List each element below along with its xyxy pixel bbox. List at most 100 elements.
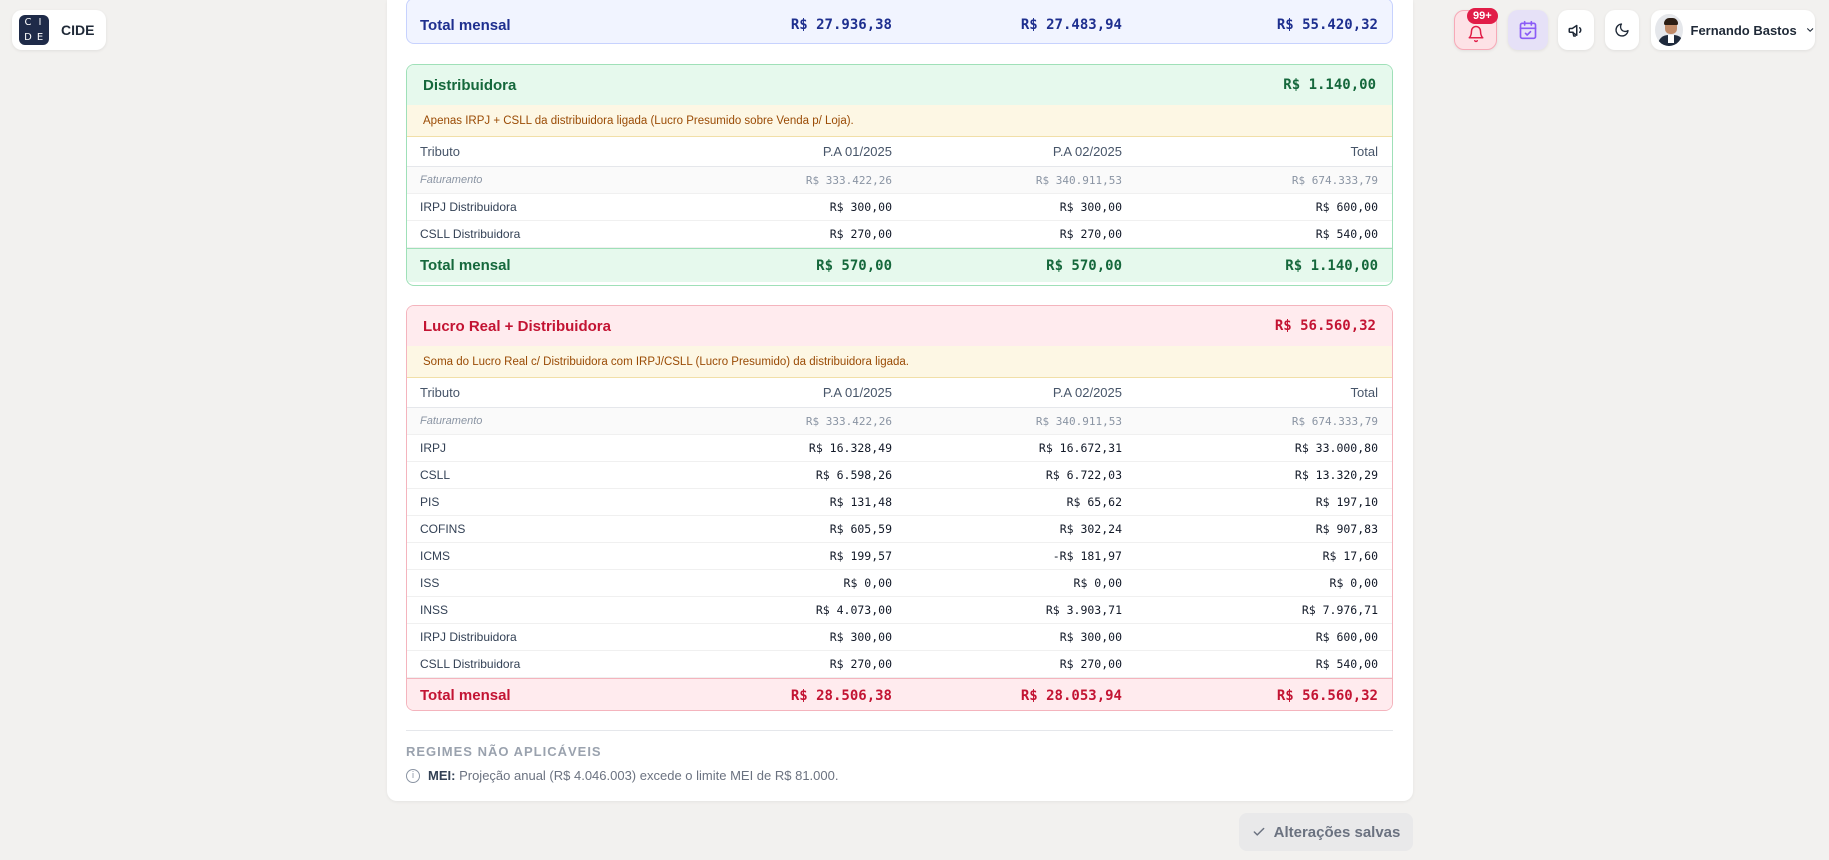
section-note: Apenas IRPJ + CSLL da distribuidora liga… xyxy=(407,105,1392,137)
chevron-down-icon xyxy=(1806,28,1813,32)
row-p1: R$ 605,59 xyxy=(829,522,892,536)
table-row: ISS R$ 0,00 R$ 0,00 R$ 0,00 xyxy=(407,570,1392,597)
col-p2: P.A 02/2025 xyxy=(1052,385,1122,400)
user-menu[interactable]: Fernando Bastos xyxy=(1651,10,1815,50)
row-p1: R$ 131,48 xyxy=(829,495,892,509)
row-p1: R$ 300,00 xyxy=(829,200,892,214)
not-applicable-item: i MEI: Projeção anual (R$ 4.046.003) exc… xyxy=(406,768,838,783)
row-total: R$ 17,60 xyxy=(1322,549,1378,563)
total-total: R$ 56.560,32 xyxy=(1276,687,1378,704)
distribuidora-section: Distribuidora R$ 1.140,00 Apenas IRPJ + … xyxy=(406,64,1393,286)
section-title: Distribuidora xyxy=(423,76,517,94)
row-p2: R$ 300,00 xyxy=(1059,200,1122,214)
row-p1: R$ 270,00 xyxy=(829,227,892,241)
row-label: PIS xyxy=(420,495,440,509)
total-p2: R$ 28.053,94 xyxy=(1020,687,1122,704)
total-p2: R$ 570,00 xyxy=(1046,257,1122,274)
row-label: IRPJ xyxy=(420,441,447,455)
row-label: CSLL xyxy=(420,468,451,482)
save-status-button[interactable]: Alterações salvas xyxy=(1239,813,1413,851)
row-total: R$ 7.976,71 xyxy=(1301,603,1378,617)
table-row: IRPJ Distribuidora R$ 300,00 R$ 300,00 R… xyxy=(407,194,1392,221)
row-total: R$ 0,00 xyxy=(1329,576,1378,590)
col-total: Total xyxy=(1350,144,1378,159)
row-p1: R$ 16.328,49 xyxy=(808,441,892,455)
section-header: Distribuidora R$ 1.140,00 xyxy=(407,65,1392,105)
row-p1: R$ 270,00 xyxy=(829,657,892,671)
logo-letter: I xyxy=(38,17,42,28)
info-icon: i xyxy=(406,768,420,783)
app-name: CIDE xyxy=(61,22,95,38)
not-applicable-title: REGIMES NÃO APLICÁVEIS xyxy=(406,744,602,759)
table-row: IRPJ R$ 16.328,49 R$ 16.672,31 R$ 33.000… xyxy=(407,435,1392,462)
table-row: ICMS R$ 199,57 -R$ 181,97 R$ 17,60 xyxy=(407,543,1392,570)
section-header: Lucro Real + Distribuidora R$ 56.560,32 xyxy=(407,306,1392,346)
total-total: R$ 55.420,32 xyxy=(1276,17,1378,33)
logo-letter: C xyxy=(24,17,32,28)
row-p2: R$ 300,00 xyxy=(1059,630,1122,644)
row-p1: R$ 300,00 xyxy=(829,630,892,644)
row-total: R$ 674.333,79 xyxy=(1291,414,1378,428)
row-total: R$ 674.333,79 xyxy=(1291,173,1378,187)
row-label: IRPJ Distribuidora xyxy=(420,630,517,644)
row-label: Faturamento xyxy=(420,174,483,186)
section-amount: R$ 56.560,32 xyxy=(1274,318,1376,334)
row-total: R$ 907,83 xyxy=(1315,522,1378,536)
table-header: Tributo P.A 01/2025 P.A 02/2025 Total xyxy=(407,378,1392,408)
row-label: CSLL Distribuidora xyxy=(420,227,521,241)
moon-icon xyxy=(1615,23,1629,37)
row-total: R$ 540,00 xyxy=(1315,657,1378,671)
row-total: R$ 540,00 xyxy=(1315,227,1378,241)
col-tributo: Tributo xyxy=(420,144,460,159)
table-row: CSLL Distribuidora R$ 270,00 R$ 270,00 R… xyxy=(407,651,1392,678)
table-row: INSS R$ 4.073,00 R$ 3.903,71 R$ 7.976,71 xyxy=(407,597,1392,624)
row-label: COFINS xyxy=(420,522,466,536)
section-amount: R$ 1.140,00 xyxy=(1283,77,1376,93)
row-p2: R$ 340.911,53 xyxy=(1035,173,1122,187)
row-total: R$ 600,00 xyxy=(1315,630,1378,644)
calendar-button[interactable] xyxy=(1508,10,1548,50)
faturamento-row: Faturamento R$ 333.422,26 R$ 340.911,53 … xyxy=(407,167,1392,194)
row-p2: R$ 65,62 xyxy=(1066,495,1122,509)
total-row: Total mensal R$ 28.506,38 R$ 28.053,94 R… xyxy=(407,678,1392,710)
divider xyxy=(406,730,1393,731)
theme-toggle-button[interactable] xyxy=(1605,10,1639,50)
section-title: Lucro Real + Distribuidora xyxy=(423,317,611,335)
section-note: Soma do Lucro Real c/ Distribuidora com … xyxy=(407,346,1392,378)
row-p1: R$ 0,00 xyxy=(843,576,892,590)
total-label: Total mensal xyxy=(420,687,511,704)
row-p2: -R$ 181,97 xyxy=(1052,549,1122,563)
row-p2: R$ 270,00 xyxy=(1059,657,1122,671)
save-status-label: Alterações salvas xyxy=(1273,823,1401,841)
logo-letter: E xyxy=(36,32,44,43)
previous-section-total: Total mensal R$ 27.936,38 R$ 27.483,94 R… xyxy=(406,0,1393,44)
total-row: Total mensal R$ 570,00 R$ 570,00 R$ 1.14… xyxy=(407,248,1392,282)
total-total: R$ 1.140,00 xyxy=(1285,257,1378,274)
row-p1: R$ 199,57 xyxy=(829,549,892,563)
calendar-check-icon xyxy=(1519,20,1537,40)
row-label: IRPJ Distribuidora xyxy=(420,200,517,214)
bell-icon xyxy=(1468,25,1483,43)
row-p2: R$ 6.722,03 xyxy=(1045,468,1122,482)
row-p1: R$ 333.422,26 xyxy=(805,414,892,428)
col-p2: P.A 02/2025 xyxy=(1052,144,1122,159)
row-p1: R$ 6.598,26 xyxy=(815,468,892,482)
total-p1: R$ 570,00 xyxy=(816,257,892,274)
total-p1: R$ 28.506,38 xyxy=(790,687,892,704)
row-label: ISS xyxy=(420,576,440,590)
regime-reason: Projeção anual (R$ 4.046.003) excede o l… xyxy=(459,768,839,783)
notifications-button[interactable]: 99+ xyxy=(1454,8,1498,50)
row-p2: R$ 16.672,31 xyxy=(1038,441,1122,455)
row-total: R$ 197,10 xyxy=(1315,495,1378,509)
row-label: ICMS xyxy=(420,549,450,563)
col-total: Total xyxy=(1350,385,1378,400)
table-row: IRPJ Distribuidora R$ 300,00 R$ 300,00 R… xyxy=(407,624,1392,651)
total-row: Total mensal R$ 27.936,38 R$ 27.483,94 R… xyxy=(407,0,1392,43)
col-p1: P.A 01/2025 xyxy=(822,385,892,400)
total-label: Total mensal xyxy=(420,257,511,274)
announcements-button[interactable] xyxy=(1558,10,1594,50)
col-tributo: Tributo xyxy=(420,385,460,400)
table-row: COFINS R$ 605,59 R$ 302,24 R$ 907,83 xyxy=(407,516,1392,543)
not-applicable-text: MEI: Projeção anual (R$ 4.046.003) exced… xyxy=(428,768,838,783)
app-logo[interactable]: C I D E CIDE xyxy=(12,10,106,50)
